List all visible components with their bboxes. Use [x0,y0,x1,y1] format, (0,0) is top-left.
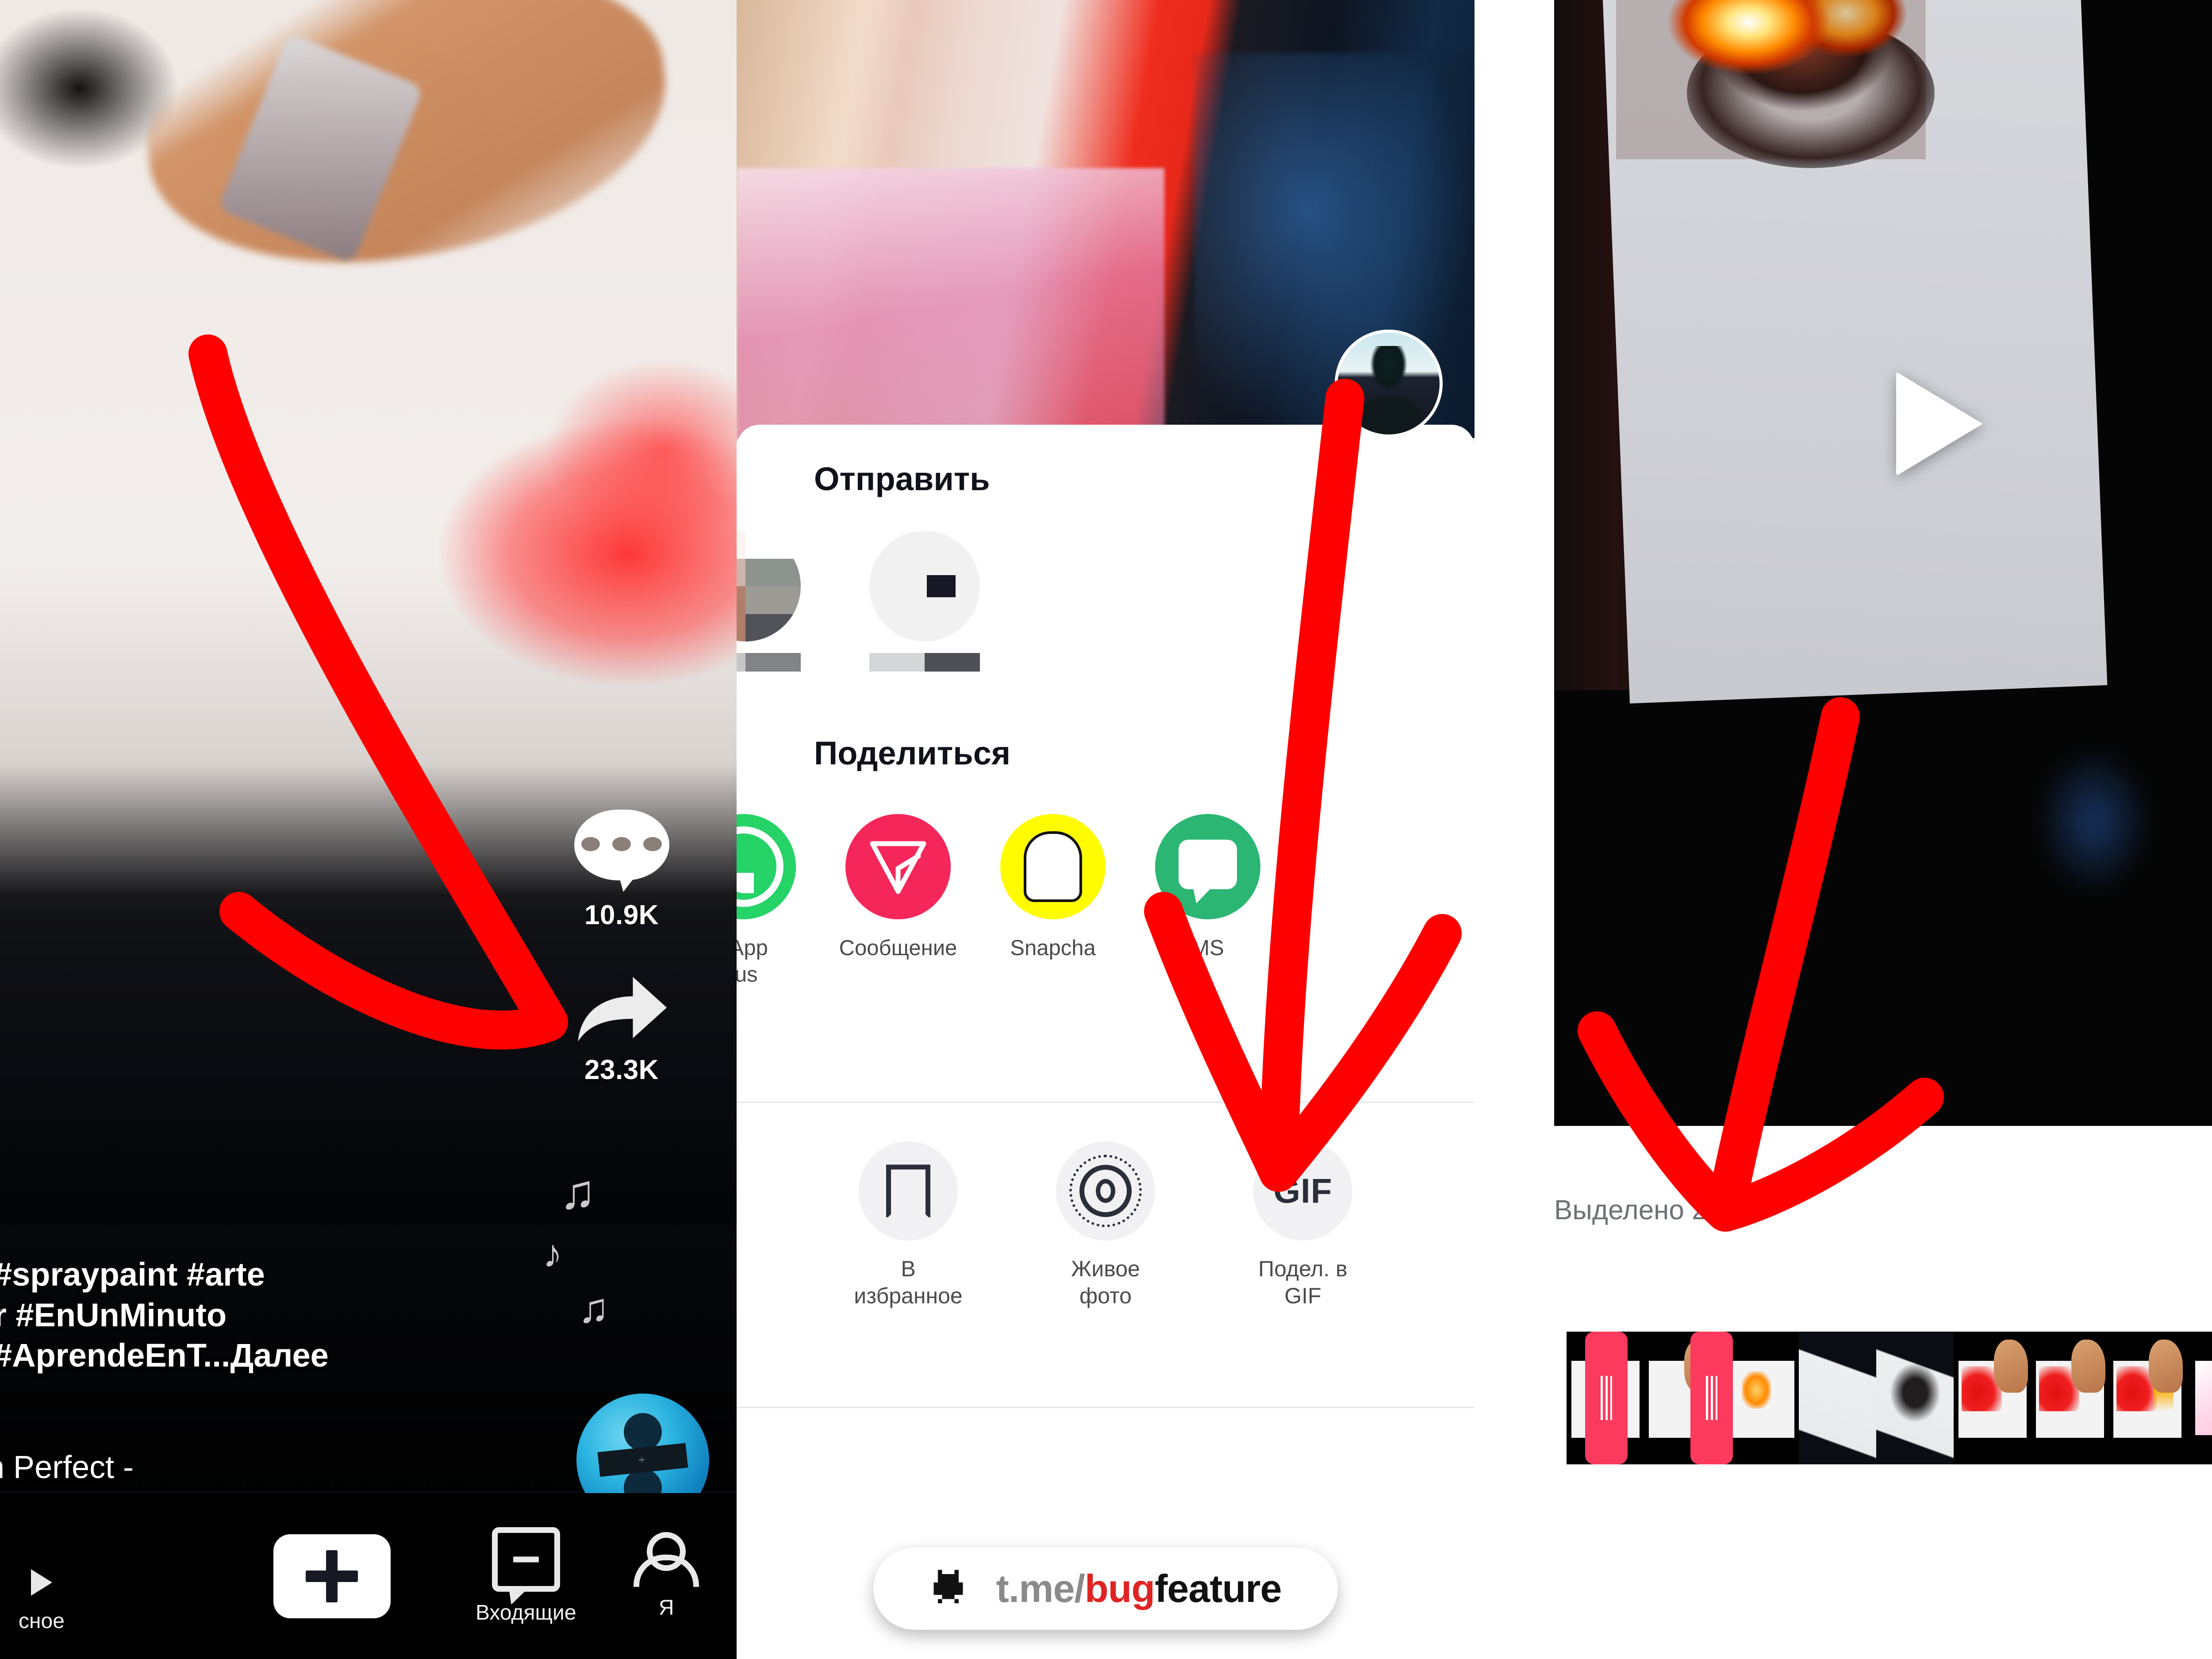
panel-gif-editor: Выделено 2,0 с [1475,0,2212,1659]
music-notes-icon: ♫ ♪ ♫ [543,1165,609,1331]
share-app-label: Snapcha [1010,936,1096,960]
bottom-nav-bar: сное Входящие Я [0,1493,737,1659]
video-arm-shape [131,0,683,288]
space-invader-icon [929,1566,975,1612]
whatsapp-status-icon [737,814,796,919]
inbox-icon [492,1527,560,1592]
trim-handle-right[interactable] [1690,1332,1733,1464]
telegram-watermark[interactable]: t.me/bugfeature [873,1548,1338,1630]
recipient-name-placeholder [869,653,980,672]
action-live-photo[interactable]: Живое фото [1030,1141,1181,1310]
action-label: Живое фото [1071,1256,1140,1308]
watermark-highlight: bug [1084,1567,1155,1610]
nav-profile-label: Я [658,1596,674,1620]
share-icon[interactable] [573,969,670,1046]
panel-share-sheet: Отправить Поделиться pp us Сообщение Sna… [737,0,1475,1659]
share-sheet-panel: Отправить Поделиться pp us Сообщение Sna… [737,425,1475,1659]
comment-count: 10.9K [584,900,659,930]
plus-icon[interactable] [263,1532,400,1620]
share-action-row: В избранное Живое фото GIF Подел. в GIF [737,1141,1475,1310]
watermark-prefix: t.me/ [996,1567,1085,1610]
filmstrip-frame [1799,1332,1876,1464]
caption-more-link[interactable]: Далее [230,1337,329,1374]
gif-glyph: GIF [1273,1171,1333,1210]
sms-icon [1155,814,1260,919]
share-app-snapchat[interactable]: Snapcha [975,814,1130,962]
action-label: Подел. в GIF [1258,1256,1348,1308]
play-icon[interactable] [1896,372,1983,476]
screenshot-collage: 10.9K 23.3K #spraypaint #arte r #EnUnMin… [0,0,2212,1659]
gif-preview-video[interactable] [1554,0,2212,1126]
author-avatar[interactable] [1335,330,1443,438]
filmstrip-frame [2186,1332,2212,1464]
recipient-list [737,526,1475,712]
watermark-suffix: feature [1155,1567,1282,1610]
live-photo-icon [1056,1141,1155,1240]
nav-home-label: сное [19,1609,65,1633]
share-app-whatsapp-status[interactable]: sApp tus [737,814,821,988]
recipient-name-placeholder [737,653,801,672]
preview-flame-shape [1616,0,1926,159]
snapchat-icon [1000,814,1106,919]
share-section-title: Поделиться [814,735,1011,772]
direct-message-icon [845,814,951,919]
filmstrip-frame [1721,1332,1799,1464]
share-app-direct-message[interactable]: Сообщение [821,814,975,962]
nav-item-home[interactable]: сное [0,1569,99,1633]
home-triangle-icon [31,1569,52,1596]
watermark-text: t.me/bugfeature [996,1566,1282,1611]
caption-line-3: #AprendeEnT... [0,1337,230,1374]
music-disc-label: ÷ [637,1453,648,1467]
action-label: В избранное [854,1256,963,1308]
share-app-sms[interactable]: MS [1130,814,1285,962]
avatar [869,531,980,641]
action-share-as-gif[interactable]: GIF Подел. в GIF [1228,1141,1378,1310]
action-add-to-favorites[interactable]: В избранное [833,1141,983,1310]
person-icon [634,1532,699,1587]
share-count: 23.3K [584,1055,659,1085]
nav-inbox-label: Входящие [475,1601,576,1624]
filmstrip-frame [1876,1332,1954,1464]
timeline-filmstrip[interactable] [1567,1332,2212,1464]
comment-icon[interactable] [574,810,669,891]
filmstrip-frame [2031,1332,2108,1464]
recipient-item[interactable] [869,531,980,672]
filmstrip-frame [2108,1332,2186,1464]
panel-tiktok-feed: 10.9K 23.3K #spraypaint #arte r #EnUnMin… [0,0,737,1659]
recipient-item[interactable] [737,531,801,672]
song-title[interactable]: n Perfect - [0,1449,134,1486]
selection-duration-label: Выделено 2,0 с [1554,1195,1751,1225]
share-app-label: MS [1191,936,1224,960]
nav-item-profile[interactable]: Я [596,1532,737,1620]
share-app-row: sApp tus Сообщение Snapcha MS [737,814,1475,988]
divider [737,1407,1475,1408]
gif-icon: GIF [1253,1141,1352,1240]
share-app-label: Сообщение [839,936,957,960]
avatar [737,531,801,641]
trim-handle-left[interactable] [1585,1332,1628,1464]
video-action-rail: 10.9K 23.3K [549,810,695,1086]
divider [737,1102,1475,1103]
nav-item-inbox[interactable]: Входящие [456,1527,596,1625]
nav-item-create[interactable] [208,1532,456,1620]
preview-blue-glow [2036,748,2151,894]
bookmark-icon [859,1141,958,1240]
send-section-title: Отправить [814,461,990,497]
share-app-label: sApp tus [737,936,768,987]
filmstrip-frame [1954,1332,2031,1464]
